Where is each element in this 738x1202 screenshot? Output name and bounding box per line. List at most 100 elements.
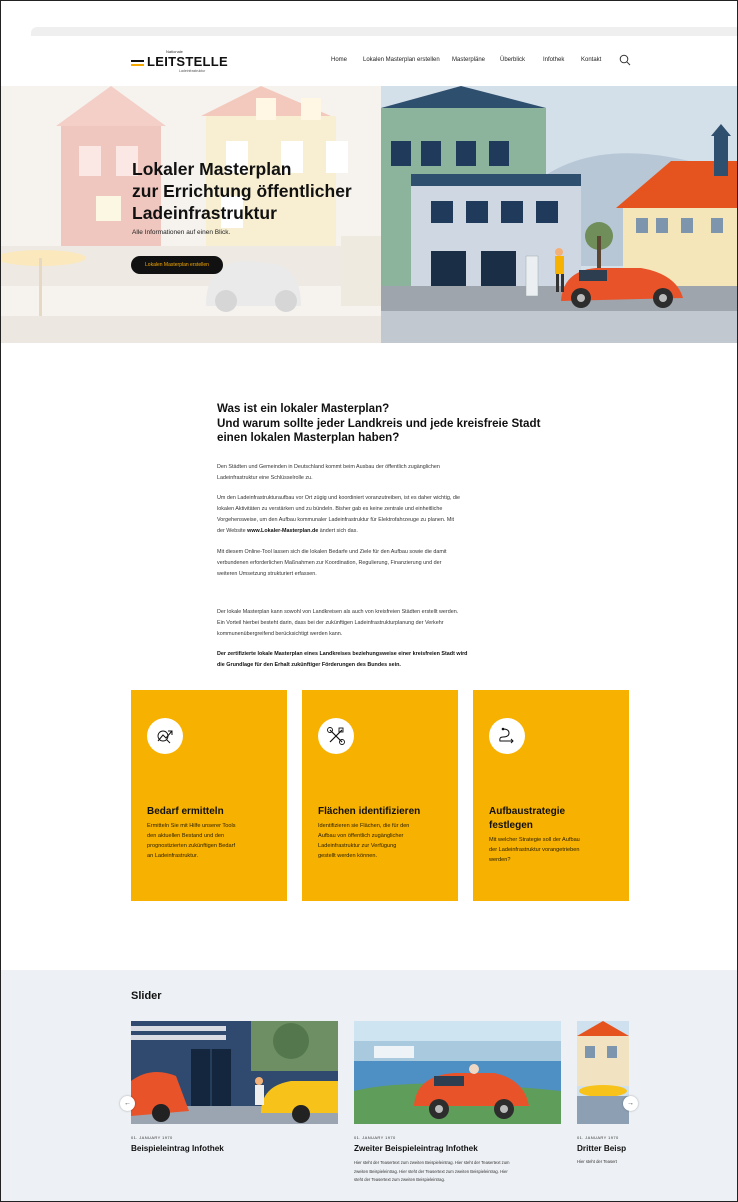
slide-title[interactable]: Beispieleintrag Infothek [131, 1144, 224, 1153]
heading-line: Und warum sollte jeder Landkreis und jed… [217, 416, 541, 430]
search-icon[interactable] [619, 54, 631, 66]
page: Nationale LEITSTELLE Ladeinfrastruktur H… [0, 0, 738, 1202]
slide-title[interactable]: Dritter Beisp [577, 1144, 626, 1153]
heading-line: einen lokalen Masterplan haben? [217, 431, 400, 444]
hero-title-line: zur Errichtung öffentlicher [132, 181, 352, 201]
slide-date: 01. JANUARY 1970 [577, 1135, 619, 1140]
card-text: Identifizieren sie Flächen, die für den … [318, 821, 450, 861]
intro-paragraph-3: Mit diesem Online-Tool lassen sich die l… [217, 547, 547, 580]
hero-title: Lokaler Masterplan zur Errichtung öffent… [132, 158, 352, 224]
text-line: Mit diesem Online-Tool lassen sich die l… [217, 549, 447, 555]
text-line: lokalen Aktivitäten zu verstärken und zu… [217, 506, 443, 512]
card-title-line: Bedarf ermitteln [147, 806, 224, 817]
website-link[interactable]: www.Lokaler-Masterplan.de [247, 528, 318, 534]
heading-line: Was ist ein lokaler Masterplan? [217, 402, 390, 415]
card-flaechen-identifizieren[interactable]: Flächen identifizieren Identifizieren si… [302, 690, 458, 901]
intro-heading: Was ist ein lokaler Masterplan? Und waru… [217, 402, 547, 446]
site-logo[interactable]: Nationale LEITSTELLE Ladeinfrastruktur [131, 49, 228, 75]
card-aufbaustrategie-festlegen[interactable]: Aufbaustrategie festlegen Mit welcher St… [473, 690, 629, 901]
slide-image-2[interactable] [354, 1021, 561, 1124]
text-line: zweiten Beispieleintrag. Hier steht der … [354, 1168, 508, 1174]
card-title: Flächen identifizieren [318, 805, 420, 819]
text-line: Ermitteln Sie mit Hilfe unserer Tools [147, 823, 236, 829]
text-line: Der zertifizierte lokale Masterplan eine… [217, 651, 468, 657]
slide-teaser: Hier steht der Teasert [577, 1159, 617, 1164]
street-illustration [577, 1021, 629, 1124]
intro-paragraph-2: Um den Ladeinfrastrukturaufbau vor Ort z… [217, 493, 547, 537]
text-fragment: ändert sich das. [318, 528, 358, 534]
text-line: Vorgehensweise, um den Aufbau kommunaler… [217, 517, 455, 523]
card-title-line: Flächen identifizieren [318, 806, 421, 817]
tools-icon [327, 727, 345, 745]
slide-image-1[interactable] [131, 1021, 338, 1124]
garage-illustration [131, 1021, 338, 1124]
nav-overview[interactable]: Überblick [500, 57, 525, 63]
browser-strip [31, 27, 737, 36]
card-title-line: festlegen [489, 820, 533, 831]
text-line: der Ladeinfrastruktur vorangetrieben [489, 847, 580, 853]
slider-title: Slider [131, 990, 162, 1002]
card-icon-circle [147, 718, 183, 754]
text-line: verbundenen erforderlichen Maßnahmen zur… [217, 560, 442, 566]
slide-title[interactable]: Zweiter Beispieleintrag Infothek [354, 1144, 478, 1153]
card-icon-circle [318, 718, 354, 754]
text-line: Um den Ladeinfrastrukturaufbau vor Ort z… [217, 495, 461, 501]
text-line: Ladeinfrastruktur zur Verfügung [318, 843, 397, 849]
text-line: Den Städten und Gemeinden in Deutschland… [217, 464, 440, 470]
text-line: werden? [489, 857, 511, 863]
slider-next-button[interactable]: → [623, 1096, 638, 1111]
card-bedarf-ermitteln[interactable]: Bedarf ermitteln Ermitteln Sie mit Hilfe… [131, 690, 287, 901]
logo-bar-yellow [131, 64, 144, 66]
hero-title-line: Lokaler Masterplan [132, 159, 292, 179]
text-line: die Grundlage für den Erhalt zukünftiger… [217, 662, 401, 668]
text-line: Der lokale Masterplan kann sowohl von La… [217, 609, 459, 615]
slide-date: 01. JANUARY 1970 [131, 1135, 173, 1140]
text-line: prognostizierten zukünftigen Bedarf [147, 843, 236, 849]
card-title: Bedarf ermitteln [147, 805, 224, 819]
text-line: Identifizieren sie Flächen, die für den [318, 823, 410, 829]
text-line: an Ladeinfrastruktur. [147, 853, 198, 859]
text-line: den aktuellen Bestand und den [147, 833, 225, 839]
text-line: Aufbau von öffentlich zugänglicher [318, 833, 404, 839]
text-line: Mit welcher Strategie soll der Aufbau [489, 837, 580, 843]
text-line: gestellt werden können. [318, 853, 378, 859]
nav-masterplans[interactable]: Masterpläne [452, 57, 485, 63]
site-header: Nationale LEITSTELLE Ladeinfrastruktur H… [1, 36, 737, 86]
intro-paragraph-4: Der lokale Masterplan kann sowohl von La… [217, 607, 547, 640]
hero-title-line: Ladeinfrastruktur [132, 203, 277, 223]
logo-bottom-text: Ladeinfrastruktur [179, 69, 206, 73]
text-line: kommunenübergreifend berücksichtigt werd… [217, 631, 343, 637]
route-icon [499, 727, 514, 744]
create-masterplan-button[interactable]: Lokalen Masterplan erstellen [131, 256, 223, 274]
text-fragment: der Website [217, 528, 248, 534]
hero-illustration-right [381, 86, 737, 343]
analysis-icon [157, 730, 173, 744]
card-text: Mit welcher Strategie soll der Aufbau de… [489, 835, 621, 865]
slide-3-caption-clip: 01. JANUARY 1970 Dritter Beisp Hier steh… [577, 1131, 629, 1171]
text-line: Ein Vorteil hierbei besteht darin, dass … [217, 620, 444, 626]
card-title: Aufbaustrategie festlegen [489, 805, 565, 833]
intro-paragraph-5: Der zertifizierte lokale Masterplan eine… [217, 649, 547, 671]
hero-banner: Lokaler Masterplan zur Errichtung öffent… [1, 86, 737, 343]
nav-infothek[interactable]: Infothek [543, 57, 564, 63]
nav-home[interactable]: Home [331, 57, 347, 63]
text-line: steht der Teasertext zum zweiten Beispie… [354, 1177, 445, 1183]
slide-teaser: Hier steht der Teasertext zum zweiten Be… [354, 1159, 559, 1185]
logo-bar-dark [131, 60, 144, 62]
card-icon-circle [489, 718, 525, 754]
slide-date: 01. JANUARY 1970 [354, 1135, 396, 1140]
intro-paragraph-1: Den Städten und Gemeinden in Deutschland… [217, 462, 547, 484]
town-illustration [381, 86, 737, 343]
text-line: weiteren Umsetzung strukturiert erfassen… [217, 571, 317, 577]
text-line: Ladeinfrastruktur eine Schlüsselrolle zu… [217, 475, 313, 481]
hero-subtitle: Alle Informationen auf einen Blick. [132, 229, 231, 236]
card-text: Ermitteln Sie mit Hilfe unserer Tools de… [147, 821, 279, 861]
card-title-line: Aufbaustrategie [489, 806, 566, 817]
slider-prev-button[interactable]: ← [120, 1096, 135, 1111]
nav-create-masterplan[interactable]: Lokalen Masterplan erstellen [363, 57, 440, 63]
nav-contact[interactable]: Kontakt [581, 57, 601, 63]
road-trip-illustration [354, 1021, 561, 1124]
text-line: der Website www.Lokaler-Masterplan.de än… [217, 526, 547, 537]
text-line: Hier steht der Teasertext zum zweiten Be… [354, 1160, 510, 1165]
slide-image-3[interactable] [577, 1021, 629, 1124]
